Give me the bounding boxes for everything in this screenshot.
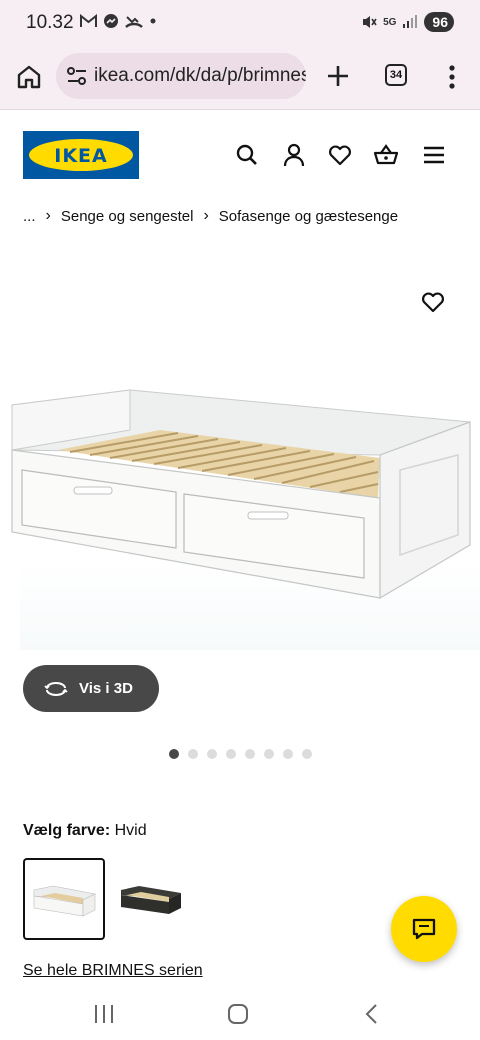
color-swatch-black-brown[interactable]: [113, 860, 189, 938]
status-time: 10.32: [26, 12, 74, 33]
browser-toolbar: ikea.com/dk/da/p/brimnes 34: [0, 48, 480, 110]
breadcrumb: ... › Senge og sengestel › Sofasenge og …: [23, 207, 398, 225]
logo-oval: IKEA: [29, 139, 133, 171]
back-icon[interactable]: [358, 1002, 386, 1026]
view-in-3d-button[interactable]: Vis i 3D: [23, 665, 159, 712]
chevron-right-icon: ›: [45, 207, 51, 224]
address-bar[interactable]: ikea.com/dk/da/p/brimnes: [56, 53, 306, 99]
carousel-dot[interactable]: [264, 749, 274, 759]
site-settings-icon[interactable]: [66, 66, 88, 86]
home-nav-icon[interactable]: [224, 1002, 252, 1026]
recent-apps-icon[interactable]: [90, 1002, 118, 1026]
ikea-logo[interactable]: IKEA: [23, 131, 139, 179]
product-image[interactable]: [0, 250, 480, 660]
dark-bed-thumbnail: [121, 886, 181, 914]
gmail-icon: [80, 14, 97, 27]
breadcrumb-item-beds[interactable]: Senge og sengestel: [61, 208, 194, 225]
chat-button[interactable]: [391, 896, 457, 962]
system-nav-bar: [0, 990, 480, 1040]
view-in-3d-label: Vis i 3D: [79, 680, 133, 697]
hamburger-menu-icon[interactable]: [421, 142, 447, 168]
tab-count: 34: [389, 69, 403, 81]
series-link[interactable]: Se hele BRIMNES serien: [23, 962, 203, 980]
notification-icons: [80, 13, 157, 29]
chat-icon: [412, 918, 436, 940]
breadcrumb-item-sofa-beds[interactable]: Sofasenge og gæstesenge: [219, 208, 398, 225]
white-bed-thumbnail: [33, 885, 96, 917]
signal-icon: [403, 15, 418, 28]
status-right: 5G 96: [361, 12, 454, 32]
more-vert-icon[interactable]: [440, 62, 464, 92]
battery-indicator: 96: [424, 12, 454, 32]
breadcrumb-ellipsis[interactable]: ...: [23, 208, 36, 225]
messenger-icon: [104, 14, 118, 28]
color-selection-label: Vælg farve: Hvid: [23, 822, 147, 840]
chevron-right-icon: ›: [203, 207, 209, 224]
favorite-heart-icon[interactable]: [420, 289, 446, 315]
missed-call-icon: [125, 16, 143, 28]
dot-icon: [150, 18, 156, 24]
carousel-dot[interactable]: [283, 749, 293, 759]
search-icon[interactable]: [234, 142, 260, 168]
color-selected-value: Hvid: [114, 822, 147, 839]
url-text: ikea.com/dk/da/p/brimnes: [94, 65, 306, 86]
logo-text: IKEA: [54, 145, 108, 167]
network-type: 5G: [383, 16, 397, 28]
profile-icon[interactable]: [281, 142, 307, 168]
carousel-dot[interactable]: [245, 749, 255, 759]
carousel-dot[interactable]: [302, 749, 312, 759]
basket-icon[interactable]: [373, 142, 399, 168]
carousel-dot[interactable]: [188, 749, 198, 759]
color-label-title: Vælg farve:: [23, 822, 111, 839]
color-swatch-white[interactable]: [23, 858, 105, 940]
carousel-dot[interactable]: [169, 749, 179, 759]
new-tab-icon[interactable]: [322, 60, 354, 92]
status-bar: 10.32 5G 96: [0, 0, 480, 48]
tab-switcher-button[interactable]: 34: [385, 64, 407, 86]
image-carousel-dots: [169, 749, 312, 759]
home-icon[interactable]: [14, 62, 44, 92]
heart-icon[interactable]: [327, 142, 353, 168]
carousel-dot[interactable]: [207, 749, 217, 759]
battery-level: 96: [432, 14, 448, 30]
rotate-3d-icon: [44, 681, 68, 696]
mute-icon: [363, 16, 377, 28]
carousel-dot[interactable]: [226, 749, 236, 759]
